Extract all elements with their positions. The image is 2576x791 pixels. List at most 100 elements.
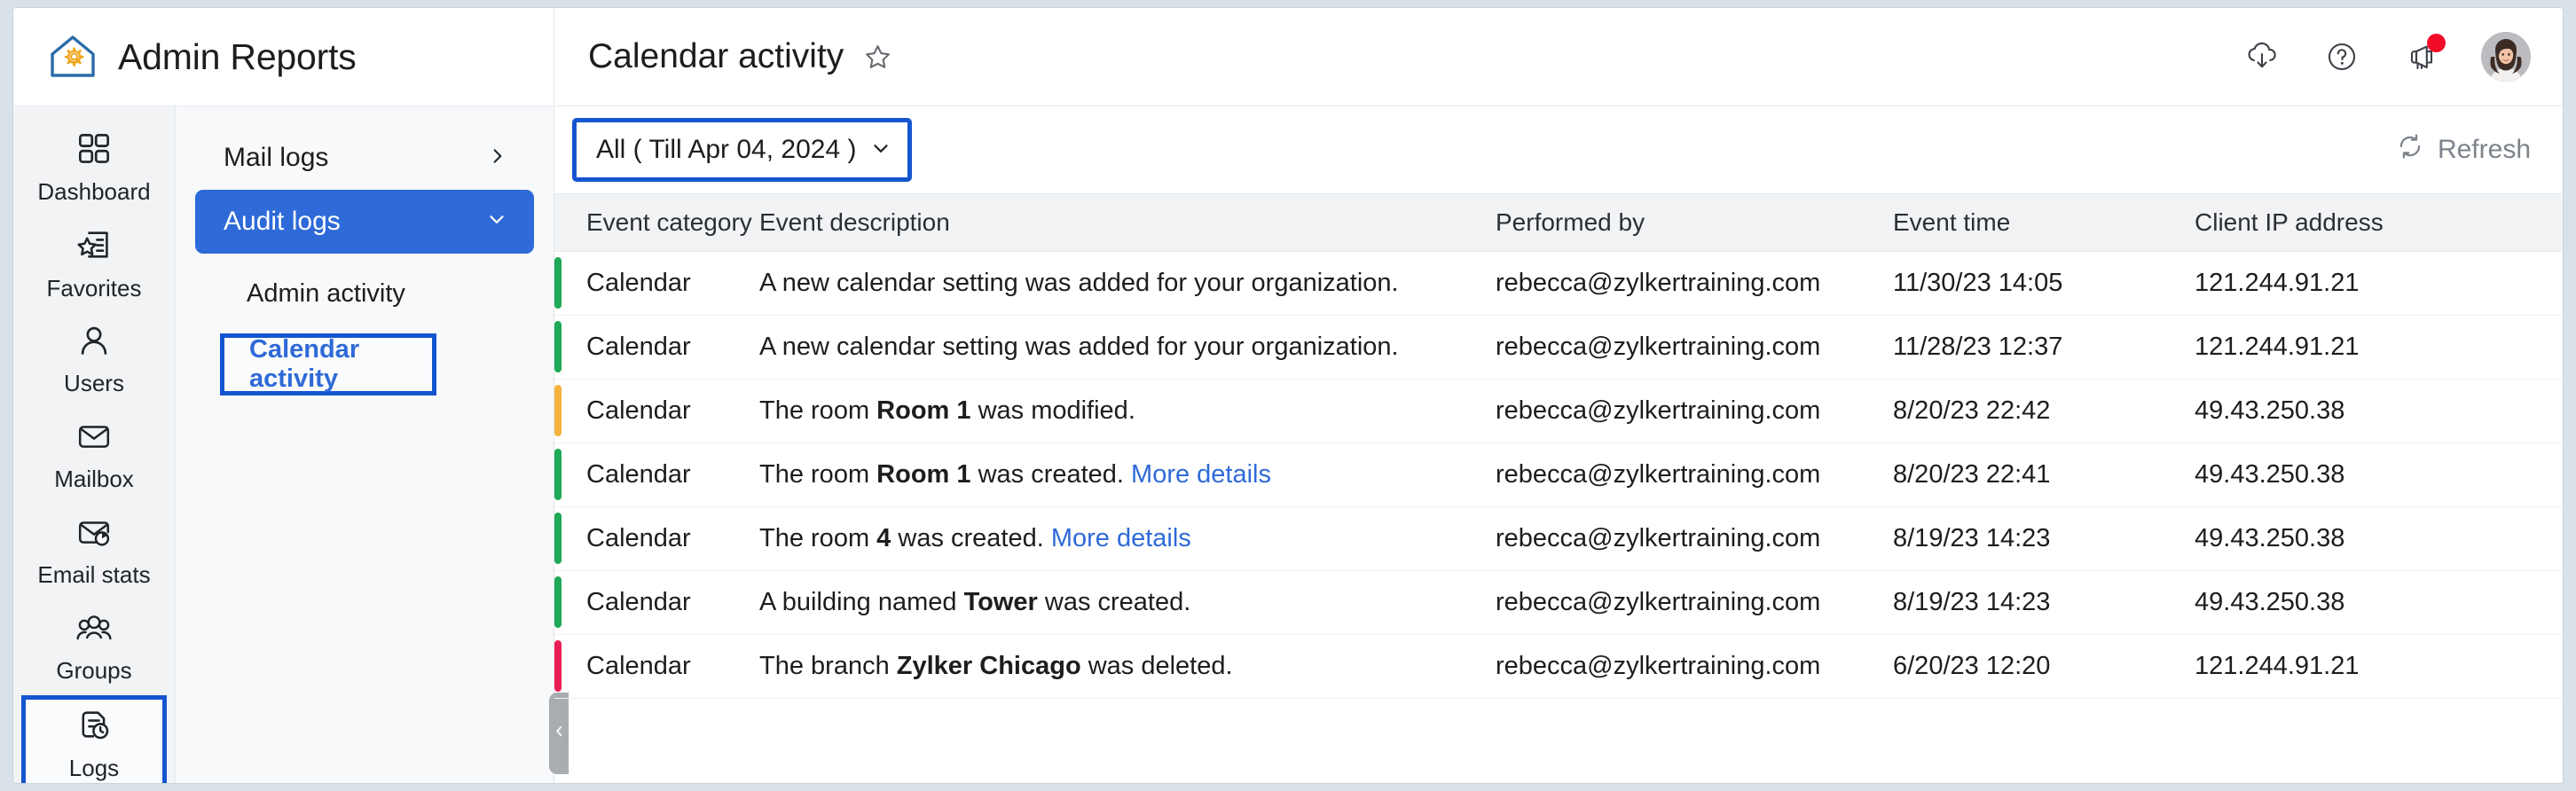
subnav-item-admin-activity[interactable]: Admin activity bbox=[195, 264, 534, 323]
cell-performed-by: rebecca@zylkertraining.com bbox=[1496, 652, 1821, 680]
row-status-accent bbox=[554, 449, 562, 500]
user-icon bbox=[77, 324, 111, 362]
event-description-entity: Zylker Chicago bbox=[896, 652, 1081, 680]
subnav-sub-label: Admin activity bbox=[247, 278, 405, 308]
admin-reports-window: Admin Reports Calendar activity Dashboar… bbox=[12, 7, 2564, 784]
secondary-nav: Mail logs Audit logs Admin activity Cale… bbox=[176, 106, 569, 783]
cell-performed-by: rebecca@zylkertraining.com bbox=[1496, 524, 1821, 552]
envelope-chart-icon bbox=[76, 515, 112, 553]
cell-performed-by: rebecca@zylkertraining.com bbox=[1496, 396, 1821, 425]
cell-event-time: 11/30/23 14:05 bbox=[1893, 269, 2063, 297]
cell-event-category: Calendar bbox=[586, 652, 691, 680]
cell-event-description: The room 4 was created. More details bbox=[759, 524, 1191, 552]
brand-area: Admin Reports bbox=[13, 8, 554, 106]
cell-performed-by: rebecca@zylkertraining.com bbox=[1496, 460, 1821, 489]
refresh-icon bbox=[2396, 132, 2424, 168]
cell-client-ip: 49.43.250.38 bbox=[2195, 524, 2345, 552]
sidebar-item-users[interactable]: Users bbox=[13, 312, 175, 408]
event-description-entity: Room 1 bbox=[876, 460, 971, 489]
cell-client-ip: 49.43.250.38 bbox=[2195, 460, 2345, 489]
cell-event-description: A building named Tower was created. bbox=[759, 588, 1191, 616]
column-header-event-time: Event time bbox=[1893, 208, 2011, 236]
cell-event-category: Calendar bbox=[586, 460, 691, 489]
table-row[interactable]: Calendar The branch Zylker Chicago was de… bbox=[554, 635, 2563, 699]
cell-event-description: The branch Zylker Chicago was deleted. bbox=[759, 652, 1233, 680]
cell-client-ip: 121.244.91.21 bbox=[2195, 652, 2360, 680]
table-row[interactable]: Calendar The room Room 1 was modified. reb… bbox=[554, 380, 2563, 443]
sidebar-item-logs[interactable]: Logs bbox=[21, 695, 167, 783]
sidebar-item-favorites[interactable]: Favorites bbox=[13, 216, 175, 312]
top-bar-actions bbox=[2242, 32, 2531, 82]
top-bar: Admin Reports Calendar activity bbox=[13, 8, 2563, 106]
row-status-accent bbox=[554, 321, 562, 372]
body-row: Dashboard Favorites Users Mailbox Email … bbox=[13, 106, 2563, 783]
envelope-icon bbox=[76, 419, 112, 458]
star-outline-icon[interactable] bbox=[860, 39, 895, 74]
cell-event-description: A new calendar setting was added for you… bbox=[759, 269, 1399, 297]
event-description-entity: 4 bbox=[876, 524, 891, 552]
chevron-down-icon bbox=[870, 137, 891, 163]
cell-event-description: The room Room 1 was modified. bbox=[759, 396, 1135, 425]
people-group-icon bbox=[75, 611, 113, 649]
table-row[interactable]: Calendar The room 4 was created. More det… bbox=[554, 507, 2563, 571]
icon-rail: Dashboard Favorites Users Mailbox Email … bbox=[13, 106, 176, 783]
sidebar-item-dashboard[interactable]: Dashboard bbox=[13, 121, 175, 216]
subnav-item-label: Audit logs bbox=[224, 207, 341, 236]
cloud-download-icon[interactable] bbox=[2242, 36, 2282, 77]
event-description-entity: Tower bbox=[963, 588, 1038, 616]
table-row[interactable]: Calendar A building named Tower was creat… bbox=[554, 571, 2563, 635]
row-status-accent bbox=[554, 513, 562, 564]
help-circle-icon[interactable] bbox=[2321, 36, 2362, 77]
sidebar-item-label: Users bbox=[64, 369, 124, 396]
chevron-left-icon bbox=[554, 724, 564, 742]
sidebar-item-email-stats[interactable]: Email stats bbox=[13, 504, 175, 599]
more-details-link[interactable]: More details bbox=[1131, 460, 1271, 489]
cell-event-time: 8/19/23 14:23 bbox=[1893, 524, 2051, 552]
top-bar-main: Calendar activity bbox=[554, 8, 2563, 106]
row-status-accent bbox=[554, 257, 562, 309]
cell-event-time: 8/19/23 14:23 bbox=[1893, 588, 2051, 616]
cell-client-ip: 49.43.250.38 bbox=[2195, 396, 2345, 425]
sidebar-item-mailbox[interactable]: Mailbox bbox=[13, 408, 175, 504]
sidebar-item-label: Logs bbox=[68, 754, 120, 781]
column-header-event-description: Event description bbox=[759, 208, 950, 236]
notification-badge bbox=[2427, 34, 2446, 52]
cell-event-category: Calendar bbox=[586, 269, 691, 297]
table-row[interactable]: Calendar A new calendar setting was added… bbox=[554, 316, 2563, 380]
table-header-row: Event category Event description Perform… bbox=[554, 193, 2563, 252]
megaphone-icon[interactable] bbox=[2401, 34, 2446, 77]
panel-collapse-handle[interactable] bbox=[549, 693, 569, 774]
chevron-down-icon bbox=[486, 207, 507, 237]
refresh-button[interactable]: Refresh bbox=[2396, 132, 2531, 168]
subnav-item-calendar-activity[interactable]: Calendar activity bbox=[220, 333, 436, 396]
cell-event-category: Calendar bbox=[586, 396, 691, 425]
cell-event-description: The room Room 1 was created. More detail… bbox=[759, 460, 1272, 489]
more-details-link[interactable]: More details bbox=[1051, 524, 1191, 552]
content-toolbar: All ( Till Apr 04, 2024 ) Refresh bbox=[554, 106, 2563, 193]
sidebar-item-label: Favorites bbox=[46, 274, 142, 302]
cell-event-category: Calendar bbox=[586, 588, 691, 616]
event-description-entity: Room 1 bbox=[876, 396, 971, 425]
avatar[interactable] bbox=[2481, 32, 2531, 82]
column-header-event-category: Event category bbox=[586, 208, 752, 236]
cell-performed-by: rebecca@zylkertraining.com bbox=[1496, 269, 1821, 297]
table-row[interactable]: Calendar The room Room 1 was created. Mor… bbox=[554, 443, 2563, 507]
cell-event-time: 8/20/23 22:41 bbox=[1893, 460, 2051, 489]
sidebar-item-label: Groups bbox=[56, 656, 132, 684]
sidebar-item-label: Dashboard bbox=[37, 177, 151, 205]
subnav-item-mail-logs[interactable]: Mail logs bbox=[195, 126, 534, 190]
table-row[interactable]: Calendar A new calendar setting was added… bbox=[554, 252, 2563, 316]
audit-log-table: Event category Event description Perform… bbox=[554, 193, 2563, 783]
date-range-filter-dropdown[interactable]: All ( Till Apr 04, 2024 ) bbox=[572, 118, 913, 182]
document-clock-icon bbox=[76, 707, 112, 747]
sidebar-item-label: Mailbox bbox=[54, 465, 134, 492]
cell-event-time: 6/20/23 12:20 bbox=[1893, 652, 2051, 680]
house-gear-search-icon bbox=[45, 29, 100, 84]
cell-performed-by: rebecca@zylkertraining.com bbox=[1496, 333, 1821, 361]
subnav-item-audit-logs[interactable]: Audit logs bbox=[195, 190, 534, 254]
subnav-item-label: Mail logs bbox=[224, 143, 329, 172]
sidebar-item-groups[interactable]: Groups bbox=[13, 599, 175, 695]
cell-event-category: Calendar bbox=[586, 524, 691, 552]
row-status-accent bbox=[554, 640, 562, 692]
cell-client-ip: 121.244.91.21 bbox=[2195, 333, 2360, 361]
